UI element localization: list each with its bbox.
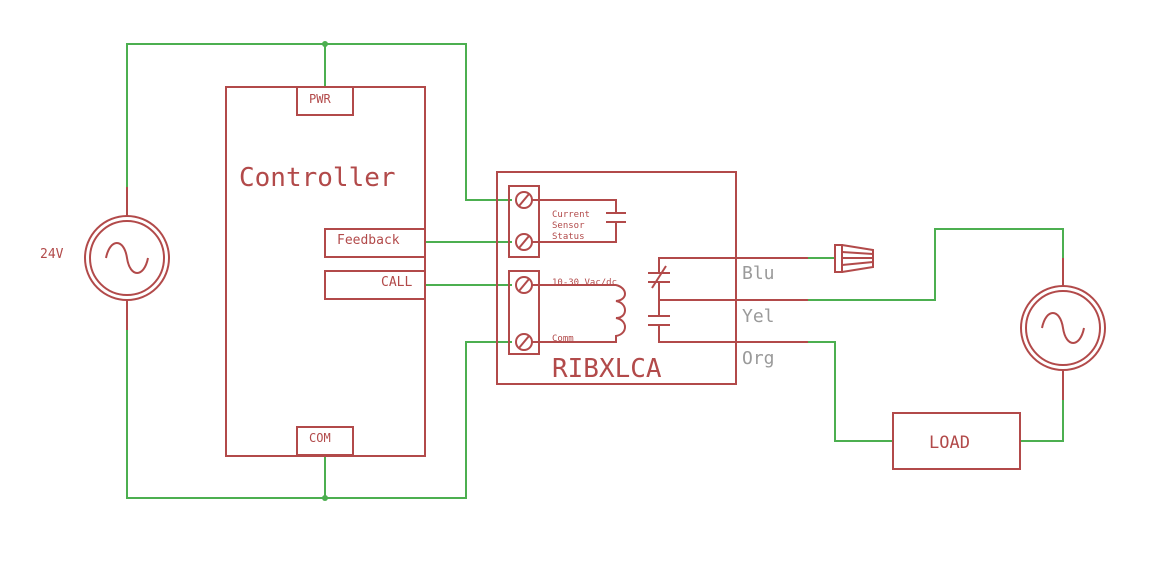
lead-yel-label: Yel [742,306,775,327]
ac-source-right [1020,258,1106,400]
schematic-canvas: 24V Controller PWR COM Feedback CALL Cur… [0,0,1160,575]
wires [126,41,1064,501]
terminal-block-sensor [508,185,540,258]
ac-source-left: 24V [40,187,170,330]
pin-pwr-label: PWR [309,92,331,106]
load-label: LOAD [929,433,970,453]
svg-text:Comm: Comm [552,334,574,344]
controller-title: Controller [239,163,396,193]
wire-nut-icon [834,244,874,273]
svg-text:10-30 Vac/dc: 10-30 Vac/dc [552,278,617,288]
pin-call-label: CALL [381,275,412,290]
ac-source-icon [105,242,149,274]
relay-title: RIBXLCA [552,354,662,384]
junction-dot-top [322,41,328,47]
relay-ribxlca: Current Sensor Status 10-30 Vac/dc Comm … [496,171,808,385]
coil-icon [532,284,626,343]
lead-org-label: Org [742,348,775,369]
ac-source-icon [1041,312,1085,344]
junction-dot-bottom [322,495,328,501]
source-label-24v: 24V [40,247,64,262]
wire-org [808,341,893,442]
wire-load-return [1020,400,1064,442]
lead-blu-label: Blu [742,263,775,284]
pin-com-label: COM [309,431,331,445]
pin-feedback-label: Feedback [337,233,400,248]
svg-text:Current: Current [552,210,590,220]
load: LOAD [892,412,1021,470]
schematic: 24V Controller PWR COM Feedback CALL Cur… [40,41,1106,501]
controller: Controller PWR COM Feedback CALL [225,86,426,457]
svg-text:Sensor: Sensor [552,221,585,231]
svg-text:Status: Status [552,232,585,242]
wire-common-bottom [126,330,512,499]
